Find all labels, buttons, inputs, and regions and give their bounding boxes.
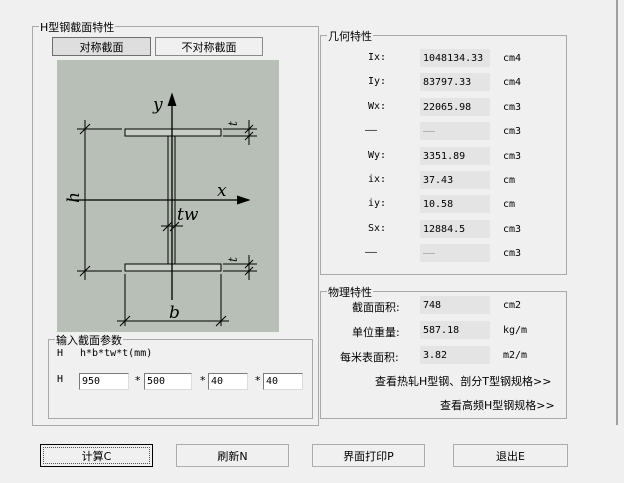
surface-value: 3.82	[420, 346, 490, 364]
geometry-unit: cm3	[503, 248, 522, 259]
refresh-button[interactable]: 刷新N	[176, 444, 289, 467]
exit-button-label: 退出E	[496, 449, 525, 463]
y-arrow	[167, 92, 177, 107]
geometry-value: ——	[420, 122, 490, 140]
symmetric-toggle[interactable]: 对称截面	[52, 37, 151, 56]
section-diagram: y x tw b h t t	[57, 60, 279, 332]
geometry-label: ——	[364, 125, 377, 136]
t-input[interactable]: 40	[263, 373, 303, 390]
input-group-title: 输入截面参数	[55, 332, 123, 348]
times-2: *	[200, 374, 206, 387]
calc-button-label: 计算C	[81, 449, 112, 463]
geometry-label: ——	[364, 247, 377, 258]
geometry-label: Iy:	[367, 76, 386, 87]
t-bottom-label: t	[226, 257, 240, 262]
b-input[interactable]: 500	[144, 373, 192, 390]
tw-input[interactable]: 40	[208, 373, 248, 390]
t-top-label: t	[226, 121, 240, 126]
window-right-border	[616, 0, 618, 425]
geometry-value: 3351.89	[420, 147, 490, 165]
area-label: 截面面积:	[352, 301, 400, 314]
asymmetric-toggle-label: 不对称截面	[181, 40, 237, 54]
print-button[interactable]: 界面打印P	[312, 444, 425, 467]
geometry-value: 1048134.33	[420, 49, 490, 67]
y-label: y	[152, 95, 163, 115]
section-group-title: H型钢截面特性	[39, 19, 116, 35]
x-arrow	[236, 195, 251, 205]
physical-group-title: 物理特性	[327, 284, 373, 300]
geometry-unit: cm3	[503, 126, 522, 137]
exit-button[interactable]: 退出E	[453, 444, 568, 467]
geometry-unit: cm	[503, 199, 516, 210]
h-section-drawing: y x tw b h t t	[64, 92, 257, 327]
geometry-label: Wy:	[367, 150, 386, 161]
geometry-label: Sx:	[367, 223, 386, 234]
area-unit: cm2	[503, 300, 522, 311]
input-prefix-1: H	[57, 348, 64, 359]
geometry-label: Ix:	[367, 52, 386, 63]
surface-label: 每米表面积:	[340, 351, 399, 364]
geometry-unit: cm4	[503, 53, 522, 64]
tw-label: tw	[177, 205, 199, 225]
asymmetric-toggle[interactable]: 不对称截面	[155, 37, 263, 56]
refresh-button-label: 刷新N	[217, 449, 248, 463]
geometry-unit: cm4	[503, 77, 522, 88]
geometry-value: 22065.98	[420, 98, 490, 116]
geometry-unit: cm3	[503, 102, 522, 113]
input-prefix-2: H	[57, 374, 64, 385]
symmetric-toggle-label: 对称截面	[79, 40, 124, 54]
geometry-unit: cm3	[503, 224, 522, 235]
geometry-value: ——	[420, 244, 490, 262]
geometry-group-title: 几何特性	[327, 28, 373, 44]
times-3: *	[255, 374, 261, 387]
geometry-value: 83797.33	[420, 73, 490, 91]
geometry-unit: cm	[503, 175, 516, 186]
h-label: h	[64, 192, 84, 203]
calc-button[interactable]: 计算C	[40, 444, 153, 467]
b-label: b	[169, 303, 180, 323]
high-frequency-link[interactable]: 查看高频H型钢规格>>	[440, 397, 555, 413]
weight-value: 587.18	[420, 321, 490, 339]
h-input[interactable]: 950	[79, 373, 129, 390]
times-1: *	[135, 374, 141, 387]
geometry-value: 12884.5	[420, 220, 490, 238]
hot-rolled-link[interactable]: 查看热轧H型钢、剖分T型钢规格>>	[375, 373, 551, 389]
geometry-label: ix:	[367, 174, 386, 185]
weight-unit: kg/m	[503, 325, 528, 336]
surface-unit: m2/m	[503, 350, 528, 361]
area-value: 748	[420, 296, 490, 314]
weight-label: 单位重量:	[352, 326, 400, 339]
geometry-unit: cm3	[503, 151, 522, 162]
geometry-value: 37.43	[420, 171, 490, 189]
top-flange	[124, 128, 222, 137]
geometry-label: iy:	[367, 198, 386, 209]
input-formula: h*b*tw*t(mm)	[80, 348, 153, 359]
geometry-label: Wx:	[367, 101, 386, 112]
geometry-value: 10.58	[420, 195, 490, 213]
bottom-flange	[124, 263, 222, 272]
x-label: x	[217, 181, 227, 201]
print-button-label: 界面打印P	[343, 449, 394, 463]
